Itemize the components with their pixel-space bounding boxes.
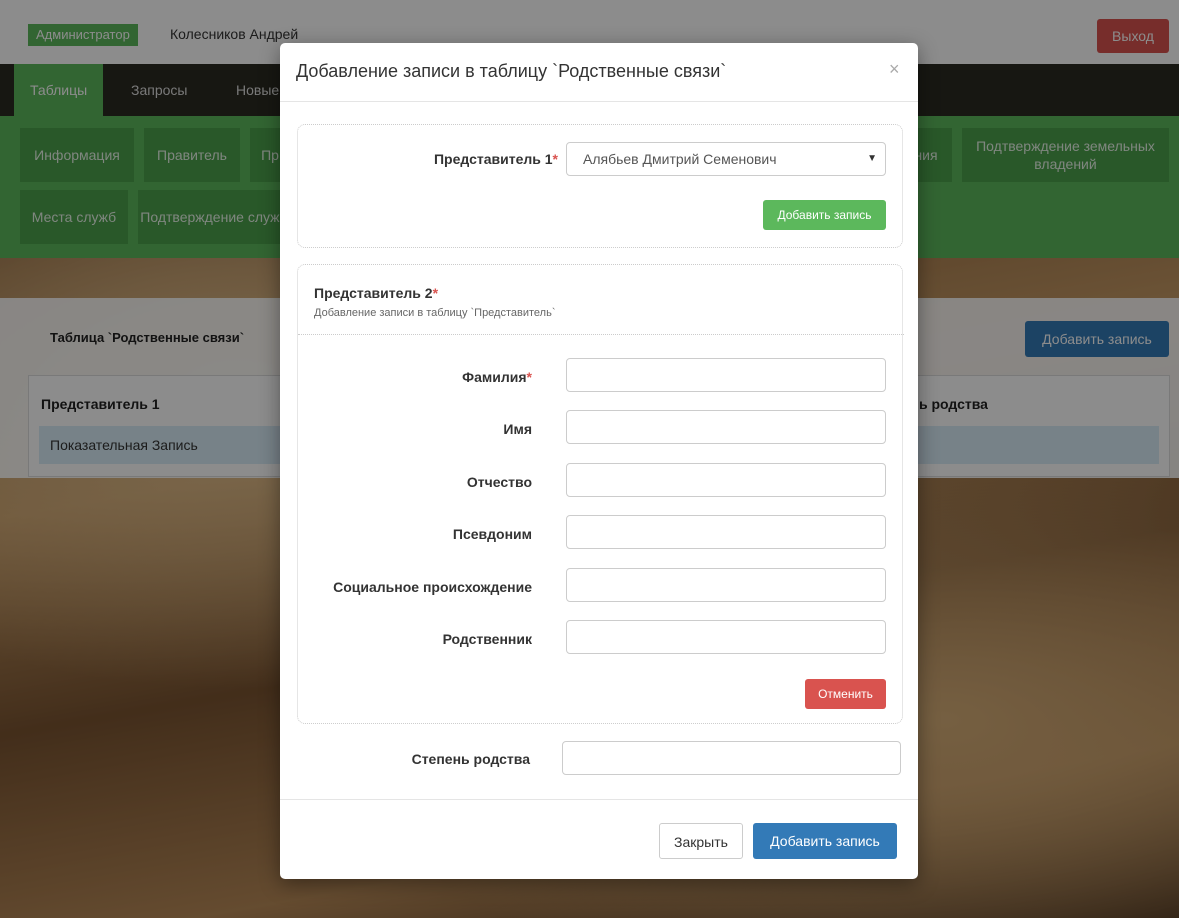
modal-footer: Закрыть Добавить запись [280,799,918,880]
kinship-input[interactable] [562,741,901,775]
rep2-divider [298,334,904,335]
add-record-modal: Добавление записи в таблицу `Родственные… [280,43,918,879]
rep2-description: Добавление записи в таблицу `Представите… [314,307,556,319]
pseudonym-label: Псевдоним [452,526,532,542]
surname-label: Фамилия* [338,369,532,385]
caret-down-icon: ▼ [867,153,877,164]
required-mark: * [552,151,558,167]
kinship-label: Степень родства [411,751,530,767]
modal-title: Добавление записи в таблицу `Родственные… [296,61,727,81]
relative-label: Родственник [442,631,532,647]
close-icon[interactable]: × [889,59,900,80]
rep1-label-text: Представитель 1 [433,151,553,167]
pseudonym-input[interactable] [566,515,886,549]
name-label: Имя [503,421,532,437]
relative-input[interactable] [566,620,886,654]
rep2-cancel-button[interactable]: Отменить [805,679,886,709]
origin-label: Социальное происхождение [333,579,532,595]
name-input[interactable] [566,410,886,444]
rep1-label: Представитель 1* [358,151,558,167]
required-mark: * [526,369,532,385]
submit-add-button[interactable]: Добавить запись [753,823,897,859]
rep2-fieldset: Представитель 2* Добавление записи в таб… [297,264,904,724]
rep1-selected-value: Алябьев Дмитрий Семенович [583,151,777,167]
rep2-title-text: Представитель 2 [314,285,433,301]
rep1-add-button[interactable]: Добавить запись [763,200,886,230]
required-mark: * [432,285,439,301]
close-button[interactable]: Закрыть [659,823,743,859]
origin-input[interactable] [566,568,886,602]
surname-label-text: Фамилия [462,369,527,385]
patronymic-label: Отчество [466,474,532,490]
rep2-title: Представитель 2* [314,285,438,301]
rep1-fieldset: Представитель 1* Алябьев Дмитрий Семенов… [297,124,903,248]
surname-input[interactable] [566,358,886,392]
patronymic-input[interactable] [566,463,886,497]
modal-header: Добавление записи в таблицу `Родственные… [280,43,918,102]
rep1-select[interactable]: Алябьев Дмитрий Семенович ▼ [566,142,886,176]
